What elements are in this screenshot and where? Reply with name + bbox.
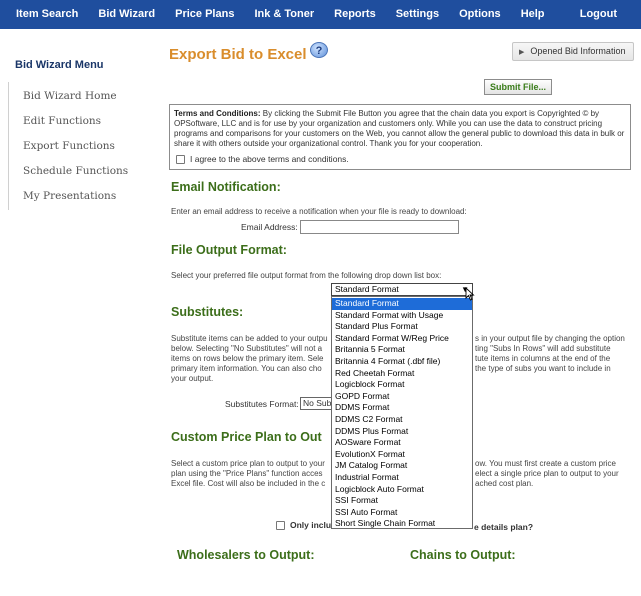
sidebar-item-bid-wizard-home[interactable]: Bid Wizard Home — [23, 90, 117, 102]
terms-agree-checkbox[interactable] — [176, 155, 185, 165]
substitutes-text-left-2: below. Selecting "No Substitutes" will n… — [171, 344, 323, 353]
caret-right-icon: ▶ — [519, 49, 525, 56]
file-output-format-dropdown-list: Standard Format Standard Format with Usag… — [331, 296, 473, 529]
format-option[interactable]: DDMS Format — [332, 402, 472, 414]
format-option[interactable]: Short Single Chain Format — [332, 518, 472, 530]
format-option[interactable]: Britannia 4 Format (.dbf file) — [332, 356, 472, 368]
logout-link[interactable]: Logout — [570, 0, 627, 29]
custom-plan-text-right-3: ached cost plan. — [475, 479, 534, 488]
format-option[interactable]: Standard Plus Format — [332, 321, 472, 333]
only-include-checkbox[interactable] — [276, 521, 285, 531]
nav-ink-toner[interactable]: Ink & Toner — [244, 0, 324, 29]
terms-agree-row: I agree to the above terms and condition… — [176, 154, 349, 165]
substitutes-text-left-3: items on rows below the primary item. Se… — [171, 354, 324, 363]
custom-plan-text-left-1: Select a custom price plan to output to … — [171, 459, 325, 468]
email-notification-heading: Email Notification: — [171, 180, 281, 194]
nav-reports[interactable]: Reports — [324, 0, 386, 29]
format-option[interactable]: Industrial Format — [332, 472, 472, 484]
page-title: Export Bid to Excel — [169, 46, 307, 63]
nav-settings[interactable]: Settings — [386, 0, 449, 29]
custom-plan-text-left-3: Excel file. Cost will also be included i… — [171, 479, 326, 488]
sidebar-title: Bid Wizard Menu — [15, 59, 104, 71]
format-option[interactable]: Red Cheetah Format — [332, 368, 472, 380]
file-output-selected-value: Standard Format — [335, 284, 399, 294]
nav-item-search[interactable]: Item Search — [0, 0, 88, 29]
nav-bid-wizard[interactable]: Bid Wizard — [88, 0, 165, 29]
format-option[interactable]: Standard Format W/Reg Price — [332, 333, 472, 345]
format-option[interactable]: Logicblock Auto Format — [332, 484, 472, 496]
nav-options[interactable]: Options — [449, 0, 511, 29]
sidebar-item-my-presentations[interactable]: My Presentations — [23, 190, 116, 202]
format-option[interactable]: DDMS C2 Format — [332, 414, 472, 426]
top-nav-bar: Item Search Bid Wizard Price Plans Ink &… — [0, 0, 641, 29]
format-option[interactable]: Logicblock Format — [332, 379, 472, 391]
format-option[interactable]: EvolutionX Format — [332, 449, 472, 461]
nav-price-plans[interactable]: Price Plans — [165, 0, 244, 29]
only-include-label-tail: e details plan? — [474, 522, 534, 532]
custom-plan-text-right-1: ow. You must first create a custom price — [475, 459, 616, 468]
custom-price-plan-heading: Custom Price Plan to Out — [171, 430, 322, 444]
format-option[interactable]: AOSware Format — [332, 437, 472, 449]
substitutes-text-right-2: ting "Subs In Rows" will add substitute — [475, 344, 611, 353]
substitutes-text-left-1: Substitute items can be added to your ou… — [171, 334, 328, 343]
email-address-label: Email Address: — [241, 222, 298, 232]
file-output-format-heading: File Output Format: — [171, 243, 287, 257]
format-option[interactable]: GOPD Format — [332, 391, 472, 403]
chains-heading: Chains to Output: — [410, 548, 516, 562]
terms-heading: Terms and Conditions: — [174, 109, 261, 118]
format-option[interactable]: Standard Format — [332, 298, 472, 310]
submit-file-button[interactable]: Submit File... — [484, 79, 552, 95]
substitutes-text-right-1: s in your output file by changing the op… — [475, 334, 625, 343]
format-option[interactable]: JM Catalog Format — [332, 460, 472, 472]
opened-bid-information-button[interactable]: ▶ Opened Bid Information — [512, 42, 634, 61]
wholesalers-heading: Wholesalers to Output: — [177, 548, 315, 562]
file-output-instructions: Select your preferred file output format… — [171, 271, 442, 280]
format-option[interactable]: Britannia 5 Format — [332, 344, 472, 356]
nav-help[interactable]: Help — [511, 0, 555, 29]
sidebar-menu: Bid Wizard Home Edit Functions Export Fu… — [8, 82, 148, 210]
format-option[interactable]: SSI Auto Format — [332, 507, 472, 519]
help-icon[interactable]: ? — [310, 42, 328, 58]
custom-plan-text-right-2: elect a single price plan to output to y… — [475, 469, 619, 478]
substitutes-format-label: Substitutes Format: — [225, 399, 299, 409]
email-instructions: Enter an email address to receive a noti… — [171, 207, 467, 216]
custom-plan-text-left-2: plan using the "Price Plans" function ac… — [171, 469, 323, 478]
substitutes-heading: Substitutes: — [171, 305, 244, 319]
sidebar-item-schedule-functions[interactable]: Schedule Functions — [23, 165, 128, 177]
substitutes-text-right-4: the type of subs you want to include in — [475, 364, 611, 373]
substitutes-text-right-3: tute items in columns at the end of the — [475, 354, 611, 363]
file-output-format-select[interactable]: Standard Format ▼ — [331, 283, 473, 296]
format-option[interactable]: Standard Format with Usage — [332, 310, 472, 322]
format-option[interactable]: DDMS Plus Format — [332, 426, 472, 438]
mouse-cursor-icon — [465, 287, 475, 301]
email-address-field[interactable] — [300, 220, 459, 234]
sidebar-item-export-functions[interactable]: Export Functions — [23, 140, 115, 152]
opened-bid-label: Opened Bid Information — [530, 46, 626, 56]
format-option[interactable]: SSI Format — [332, 495, 472, 507]
terms-agree-label: I agree to the above terms and condition… — [190, 154, 349, 164]
sidebar-item-edit-functions[interactable]: Edit Functions — [23, 115, 101, 127]
substitutes-text-left-5: your output. — [171, 374, 214, 383]
substitutes-text-left-4: primary item information. You can also c… — [171, 364, 322, 373]
